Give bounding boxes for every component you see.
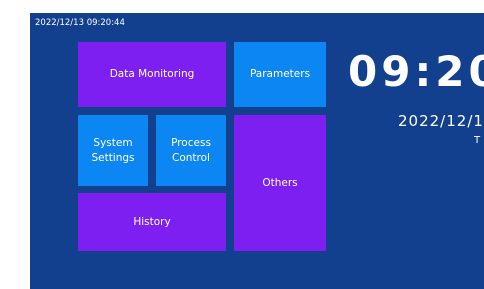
- data-monitoring-button[interactable]: Data Monitoring: [78, 42, 226, 107]
- parameters-button[interactable]: Parameters: [234, 42, 326, 107]
- clock-time: 09:20: [348, 47, 484, 96]
- system-settings-button[interactable]: System Settings: [78, 115, 148, 186]
- others-button[interactable]: Others: [234, 115, 326, 251]
- clock-weekday: T: [474, 135, 481, 146]
- status-datetime: 2022/12/13 09:20:44: [35, 18, 125, 28]
- process-control-button[interactable]: Process Control: [156, 115, 226, 186]
- clock-date: 2022/12/1: [398, 112, 484, 130]
- history-button[interactable]: History: [78, 193, 226, 251]
- hmi-screen: 2022/12/13 09:20:44 Data Monitoring Para…: [30, 13, 484, 289]
